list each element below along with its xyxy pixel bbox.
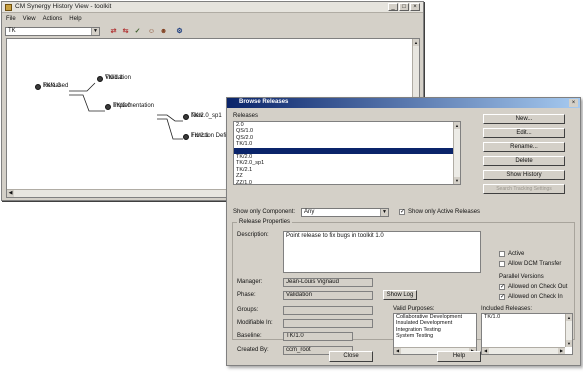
scroll-up-icon[interactable]: ▲ xyxy=(413,39,419,46)
releases-list[interactable]: 2.0 QS/1.0 QS/2.0 TK/1.0 TK/1.1 TK/2.0 TK/2.0_… xyxy=(233,121,461,185)
merge-icon[interactable]: ⇆ xyxy=(121,27,130,36)
show-only-component-label: Show only Component: xyxy=(233,209,296,215)
valid-purposes-label: Valid Purposes: xyxy=(393,306,435,312)
menu-help[interactable]: Help xyxy=(69,16,81,22)
created-by-label: Created By: xyxy=(237,347,269,353)
releases-scrollbar[interactable]: ▲ ▼ xyxy=(453,122,460,184)
component-value: Any xyxy=(304,209,315,215)
browse-releases-dialog: Browse Releases × Releases 2.0 QS/1.0 QS/2… xyxy=(226,97,581,366)
manager-label: Manager: xyxy=(237,279,263,285)
scroll-left-icon[interactable]: ◀ xyxy=(7,190,14,197)
edge-2-0-to-2-1 xyxy=(157,118,183,140)
dialog-title-bar: Browse Releases × xyxy=(227,98,580,108)
manager-field: Jean-Louis Vignaud xyxy=(283,278,373,287)
check-icon[interactable]: ✓ xyxy=(133,27,142,36)
menu-file[interactable]: File xyxy=(6,16,16,22)
scroll-up-icon[interactable]: ▲ xyxy=(566,314,572,321)
parallel-versions-label: Parallel Versions xyxy=(499,274,544,280)
description-field[interactable]: Point release to fix bugs in toolkit 1.0 xyxy=(283,231,481,273)
purpose-list-item[interactable]: System Testing xyxy=(394,333,476,339)
node-status: Released xyxy=(43,83,69,89)
included-hscrollbar[interactable]: ◀ ▶ xyxy=(482,347,565,354)
compare-icon[interactable]: ⇄ xyxy=(109,27,118,36)
toolbar: TK ▼ ⇄ ⇆ ✓ ☺ ☻ ⚙ xyxy=(5,24,420,38)
scroll-left-icon[interactable]: ◀ xyxy=(394,348,401,354)
allowed-checkin-checkbox[interactable] xyxy=(499,293,505,300)
app-icon xyxy=(5,4,12,11)
releases-label: Releases xyxy=(233,113,259,119)
groups-field xyxy=(283,306,373,315)
scroll-left-icon[interactable]: ◀ xyxy=(482,348,489,354)
object-selector[interactable]: TK ▼ xyxy=(5,27,100,36)
allowed-checkin-label: Allowed on Check In xyxy=(508,294,563,300)
edge-2-0-to-2-0-sp1 xyxy=(157,114,183,122)
show-log-button[interactable]: Show Log xyxy=(383,290,417,300)
scroll-up-icon[interactable]: ▲ xyxy=(454,122,460,129)
rename-button[interactable]: Rename... xyxy=(483,142,565,152)
settings-icon[interactable]: ⚙ xyxy=(175,27,184,36)
release-list-item[interactable]: ZZ/1.0 xyxy=(234,180,460,184)
maximize-button[interactable]: □ xyxy=(399,3,409,11)
node-status: Implementation xyxy=(113,103,155,109)
chevron-down-icon[interactable]: ▼ xyxy=(91,28,99,35)
valid-purposes-list[interactable]: Collaborative Development Insulated Devel… xyxy=(393,313,477,355)
edge-1-0-to-2-0 xyxy=(69,94,105,112)
included-scrollbar[interactable]: ▲ ▼ xyxy=(565,314,572,347)
close-button[interactable]: × xyxy=(410,3,420,11)
active-checkbox[interactable] xyxy=(499,251,505,257)
dialog-title: Browse Releases xyxy=(239,99,289,105)
object-selector-value: TK xyxy=(8,28,16,34)
scroll-right-icon[interactable]: ▶ xyxy=(558,348,565,354)
menu-actions[interactable]: Actions xyxy=(43,16,63,22)
baseline-field: TK/1.0 xyxy=(283,332,353,341)
baseline-label: Baseline: xyxy=(237,333,262,339)
users-icon[interactable]: ☺ xyxy=(147,27,156,36)
scroll-down-icon[interactable]: ▼ xyxy=(454,177,460,184)
edge-1-0-to-1-1 xyxy=(69,82,96,92)
included-releases-label: Included Releases: xyxy=(481,306,533,312)
menu-view[interactable]: View xyxy=(23,16,36,22)
included-releases-list[interactable]: TK/1.0 ▲ ▼ ◀ ▶ xyxy=(481,313,573,355)
phase-label: Phase: xyxy=(237,292,256,298)
users-alt-icon[interactable]: ☻ xyxy=(159,27,168,36)
node-status: New xyxy=(191,113,204,119)
scroll-down-icon[interactable]: ▼ xyxy=(566,340,572,347)
chevron-down-icon[interactable]: ▼ xyxy=(380,209,388,216)
search-tracking-settings-button[interactable]: Search Tracking Settings xyxy=(483,184,565,194)
included-release-item[interactable]: TK/1.0 xyxy=(482,314,572,320)
description-label: Description: xyxy=(237,232,269,238)
show-history-button[interactable]: Show History xyxy=(483,170,565,180)
allow-dcm-checkbox[interactable] xyxy=(499,261,505,267)
dialog-close-icon[interactable]: × xyxy=(569,99,578,107)
release-properties-label: Release Properties xyxy=(237,219,293,225)
menu-bar: File View Actions Help xyxy=(2,14,423,24)
node-status: Validation xyxy=(105,75,131,81)
delete-button[interactable]: Delete xyxy=(483,156,565,166)
show-only-active-label: Show only Active Releases xyxy=(408,209,481,215)
window-title: CM Synergy History View - toolkit xyxy=(15,3,112,10)
phase-field: Validation xyxy=(283,291,373,300)
help-button[interactable]: Help xyxy=(437,351,481,362)
component-select[interactable]: Any ▼ xyxy=(301,208,389,217)
minimize-button[interactable]: _ xyxy=(388,3,398,11)
new-button[interactable]: New... xyxy=(483,114,565,124)
modifiable-in-label: Modifiable In: xyxy=(237,320,273,326)
edit-button[interactable]: Edit... xyxy=(483,128,565,138)
allow-dcm-label: Allow DCM Transfer xyxy=(508,261,562,267)
show-only-active-checkbox[interactable] xyxy=(399,208,405,215)
close-button[interactable]: Close xyxy=(329,351,373,362)
groups-label: Groups: xyxy=(237,307,259,313)
modifiable-in-field xyxy=(283,319,373,328)
active-label: Active xyxy=(508,251,525,257)
title-bar: CM Synergy History View - toolkit _ □ × xyxy=(2,2,423,13)
allowed-checkout-checkbox[interactable] xyxy=(499,283,505,290)
allowed-checkout-label: Allowed on Check Out xyxy=(508,284,568,290)
